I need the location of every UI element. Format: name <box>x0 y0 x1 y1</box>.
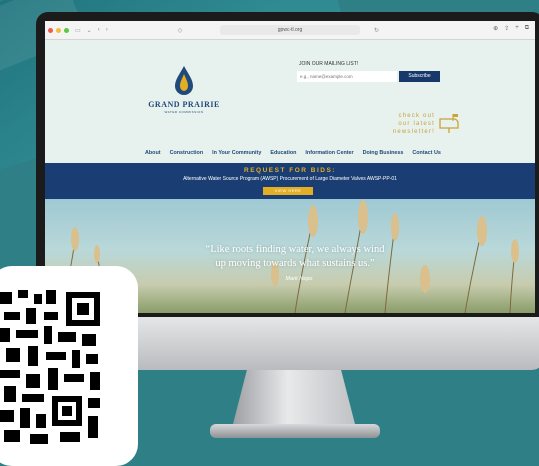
nav-item-construction[interactable]: Construction <box>170 150 204 156</box>
minimize-window-icon[interactable] <box>56 27 61 33</box>
nav-item-contact-us[interactable]: Contact Us <box>412 150 440 156</box>
subscribe-button[interactable]: Subscribe <box>399 71 440 82</box>
hero-quote-line-1: “Like roots finding water, we always win… <box>205 244 385 255</box>
forward-icon[interactable]: › <box>106 27 108 33</box>
tabs-icon[interactable]: ⧉ <box>525 25 529 32</box>
nav-item-education[interactable]: Education <box>270 150 296 156</box>
qr-code[interactable] <box>0 290 104 444</box>
nav-item-about[interactable]: About <box>145 150 161 156</box>
nav-item-information-center[interactable]: Information Center <box>305 150 353 156</box>
nav-item-in-your-community[interactable]: In Your Community <box>212 150 261 156</box>
hero-quote-line-2: up moving towards what sustains us.” <box>215 258 375 269</box>
quote-author: Mark Nepo <box>285 276 313 282</box>
share-icon[interactable]: ⇪ <box>504 25 509 32</box>
water-drop-logo-icon[interactable] <box>173 66 195 96</box>
shield-icon: ◇ <box>177 27 183 34</box>
close-window-icon[interactable] <box>48 27 53 33</box>
hero-quote: “Like roots finding water, we always win… <box>145 243 445 271</box>
monitor-stand <box>232 370 356 428</box>
newsletter-link[interactable]: check out our latest newsletter! <box>365 112 435 136</box>
main-navigation: About Construction In Your Community Edu… <box>145 150 445 156</box>
new-tab-icon[interactable]: + <box>515 25 519 32</box>
logo-name[interactable]: Grand Prairie <box>143 100 225 109</box>
newsletter-line-1: check out <box>398 113 435 119</box>
view-here-button[interactable]: VIEW HERE <box>263 187 313 195</box>
browser-toolbar: ▭ ⌄ ‹ › ◇ gpwc-tl.org ↻ ⊕ ⇪ + ⧉ <box>45 21 535 40</box>
nav-item-doing-business[interactable]: Doing Business <box>363 150 404 156</box>
newsletter-line-3: newsletter! <box>392 129 435 135</box>
banner-subtitle: Alternative Water Source Program (AWSP) … <box>183 176 397 182</box>
email-field[interactable] <box>297 71 397 82</box>
zoom-window-icon[interactable] <box>64 27 69 33</box>
logo-subtitle: Water Commission <box>164 110 204 114</box>
download-icon[interactable]: ⊕ <box>493 25 498 32</box>
reload-icon[interactable]: ↻ <box>374 27 379 34</box>
address-bar[interactable]: gpwc-tl.org <box>220 25 360 35</box>
newsletter-line-2: our latest <box>398 121 435 127</box>
chevron-down-icon[interactable]: ⌄ <box>87 27 92 34</box>
request-for-bids-banner: REQUEST FOR BIDS: Alternative Water Sour… <box>45 163 535 199</box>
mailing-list-label: JOIN OUR MAILING LIST! <box>299 61 359 67</box>
back-icon[interactable]: ‹ <box>98 27 100 33</box>
monitor-stand-base <box>210 424 380 438</box>
sidebar-icon[interactable]: ▭ <box>75 27 81 34</box>
banner-title: REQUEST FOR BIDS: <box>244 167 336 174</box>
mailbox-icon[interactable] <box>437 111 461 133</box>
